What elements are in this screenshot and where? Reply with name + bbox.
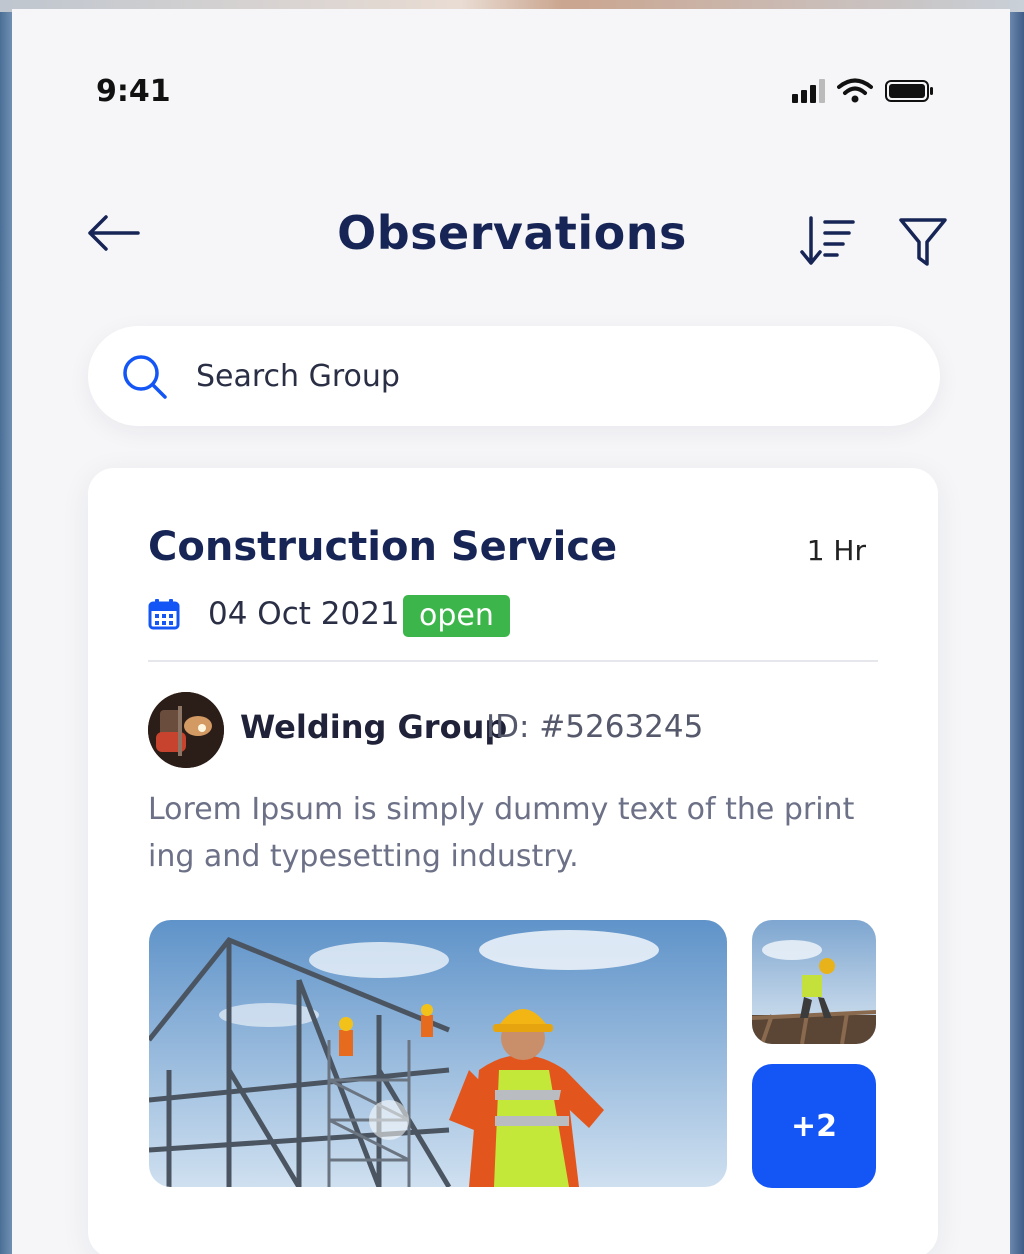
divider: [148, 660, 878, 662]
main-photo[interactable]: [149, 920, 727, 1187]
observation-date: 04 Oct 2021: [208, 596, 400, 632]
filter-icon: [899, 218, 947, 266]
status-bar-time: 9:41: [96, 74, 171, 109]
observation-card[interactable]: Construction Service 1 Hr 04 Oct 2021 op…: [88, 468, 938, 1254]
card-title: Construction Service: [148, 524, 618, 570]
calendar-icon: [148, 599, 180, 630]
status-bar-icons: [792, 78, 933, 104]
observation-description: Lorem Ipsum is simply dummy text of the …: [148, 792, 855, 874]
time-ago: 1 Hr: [806, 534, 866, 567]
status-badge: open: [403, 595, 510, 637]
page-title: Observations: [337, 206, 687, 260]
avatar: [148, 692, 224, 768]
search-input[interactable]: [196, 350, 896, 402]
filter-button[interactable]: [895, 214, 951, 270]
group-id: ID: #5263245: [486, 709, 704, 745]
more-photos-button[interactable]: +2: [752, 1064, 876, 1188]
wifi-icon: [837, 78, 873, 103]
search-icon: [123, 355, 167, 399]
sort-button[interactable]: [797, 214, 859, 270]
signal-icon: [792, 79, 825, 103]
sort-descending-icon: [800, 216, 855, 265]
battery-icon: [885, 80, 933, 102]
search-bar[interactable]: [88, 326, 940, 426]
thumbnail-photo[interactable]: [752, 920, 876, 1044]
group-name: Welding Group: [240, 708, 508, 746]
